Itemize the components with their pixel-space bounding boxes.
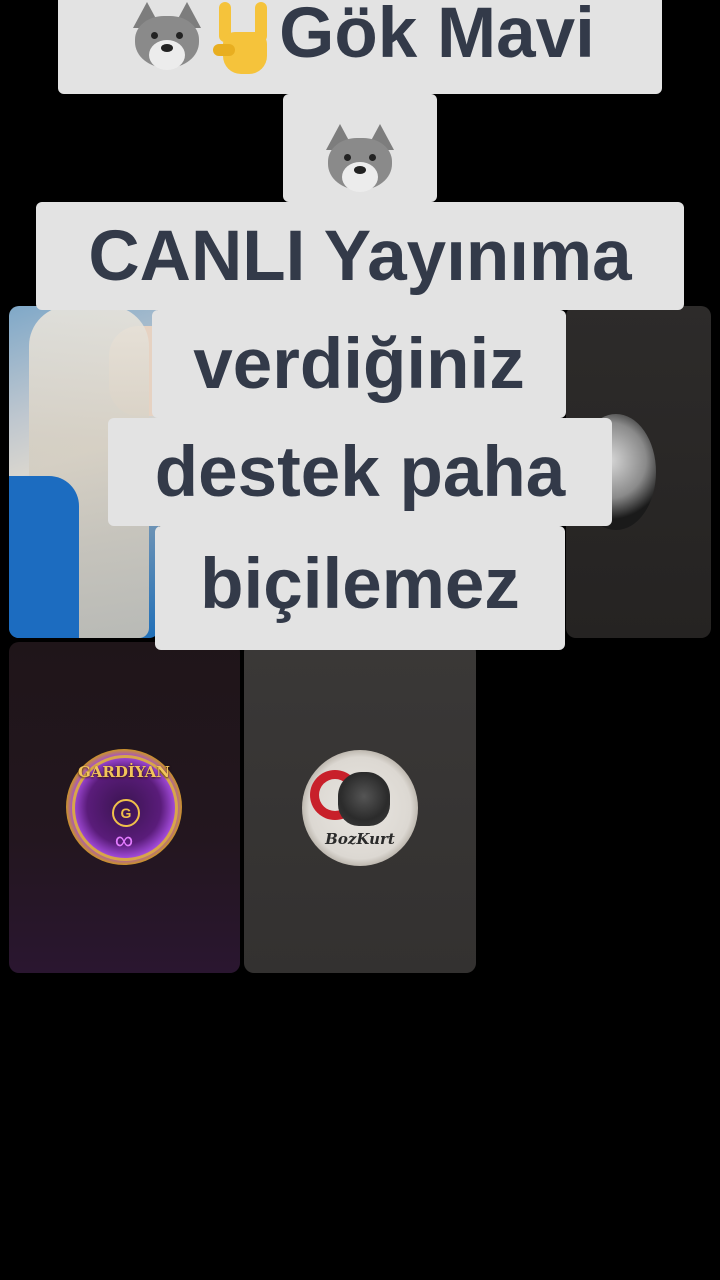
gardiyan-badge-mark: G (112, 799, 140, 827)
caption-line-1: Gök Mavi (58, 0, 662, 94)
bozkurt-avatar: BozKurt (302, 750, 418, 866)
caption-title: Gök Mavi (279, 0, 595, 73)
caption-line-2 (283, 94, 437, 202)
host-video-shirt (9, 476, 79, 638)
caption-line-3: CANLI Yayınıma (36, 202, 684, 310)
bozkurt-badge-text: BozKurt (325, 830, 395, 848)
live-stream-stage: GARDİYAN G ∞ BozKurt Gök Mavi CANLI Yayı… (0, 0, 720, 1280)
participant-tile-bozkurt[interactable]: BozKurt (244, 642, 476, 973)
wolf-emblem-icon (338, 772, 390, 826)
gardiyan-badge-text: GARDİYAN (77, 763, 171, 781)
wolf-face-icon (125, 0, 209, 76)
wolf-face-icon (318, 122, 402, 198)
gardiyan-avatar: GARDİYAN G ∞ (66, 749, 182, 865)
caption-line-5: destek paha (108, 418, 612, 526)
caption-line-6: biçilemez (155, 526, 565, 650)
participant-tile-gardiyan[interactable]: GARDİYAN G ∞ (9, 642, 240, 973)
sign-of-the-horns-icon (209, 0, 279, 78)
infinity-icon: ∞ (114, 825, 134, 855)
caption-line-4: verdiğiniz (152, 310, 566, 418)
